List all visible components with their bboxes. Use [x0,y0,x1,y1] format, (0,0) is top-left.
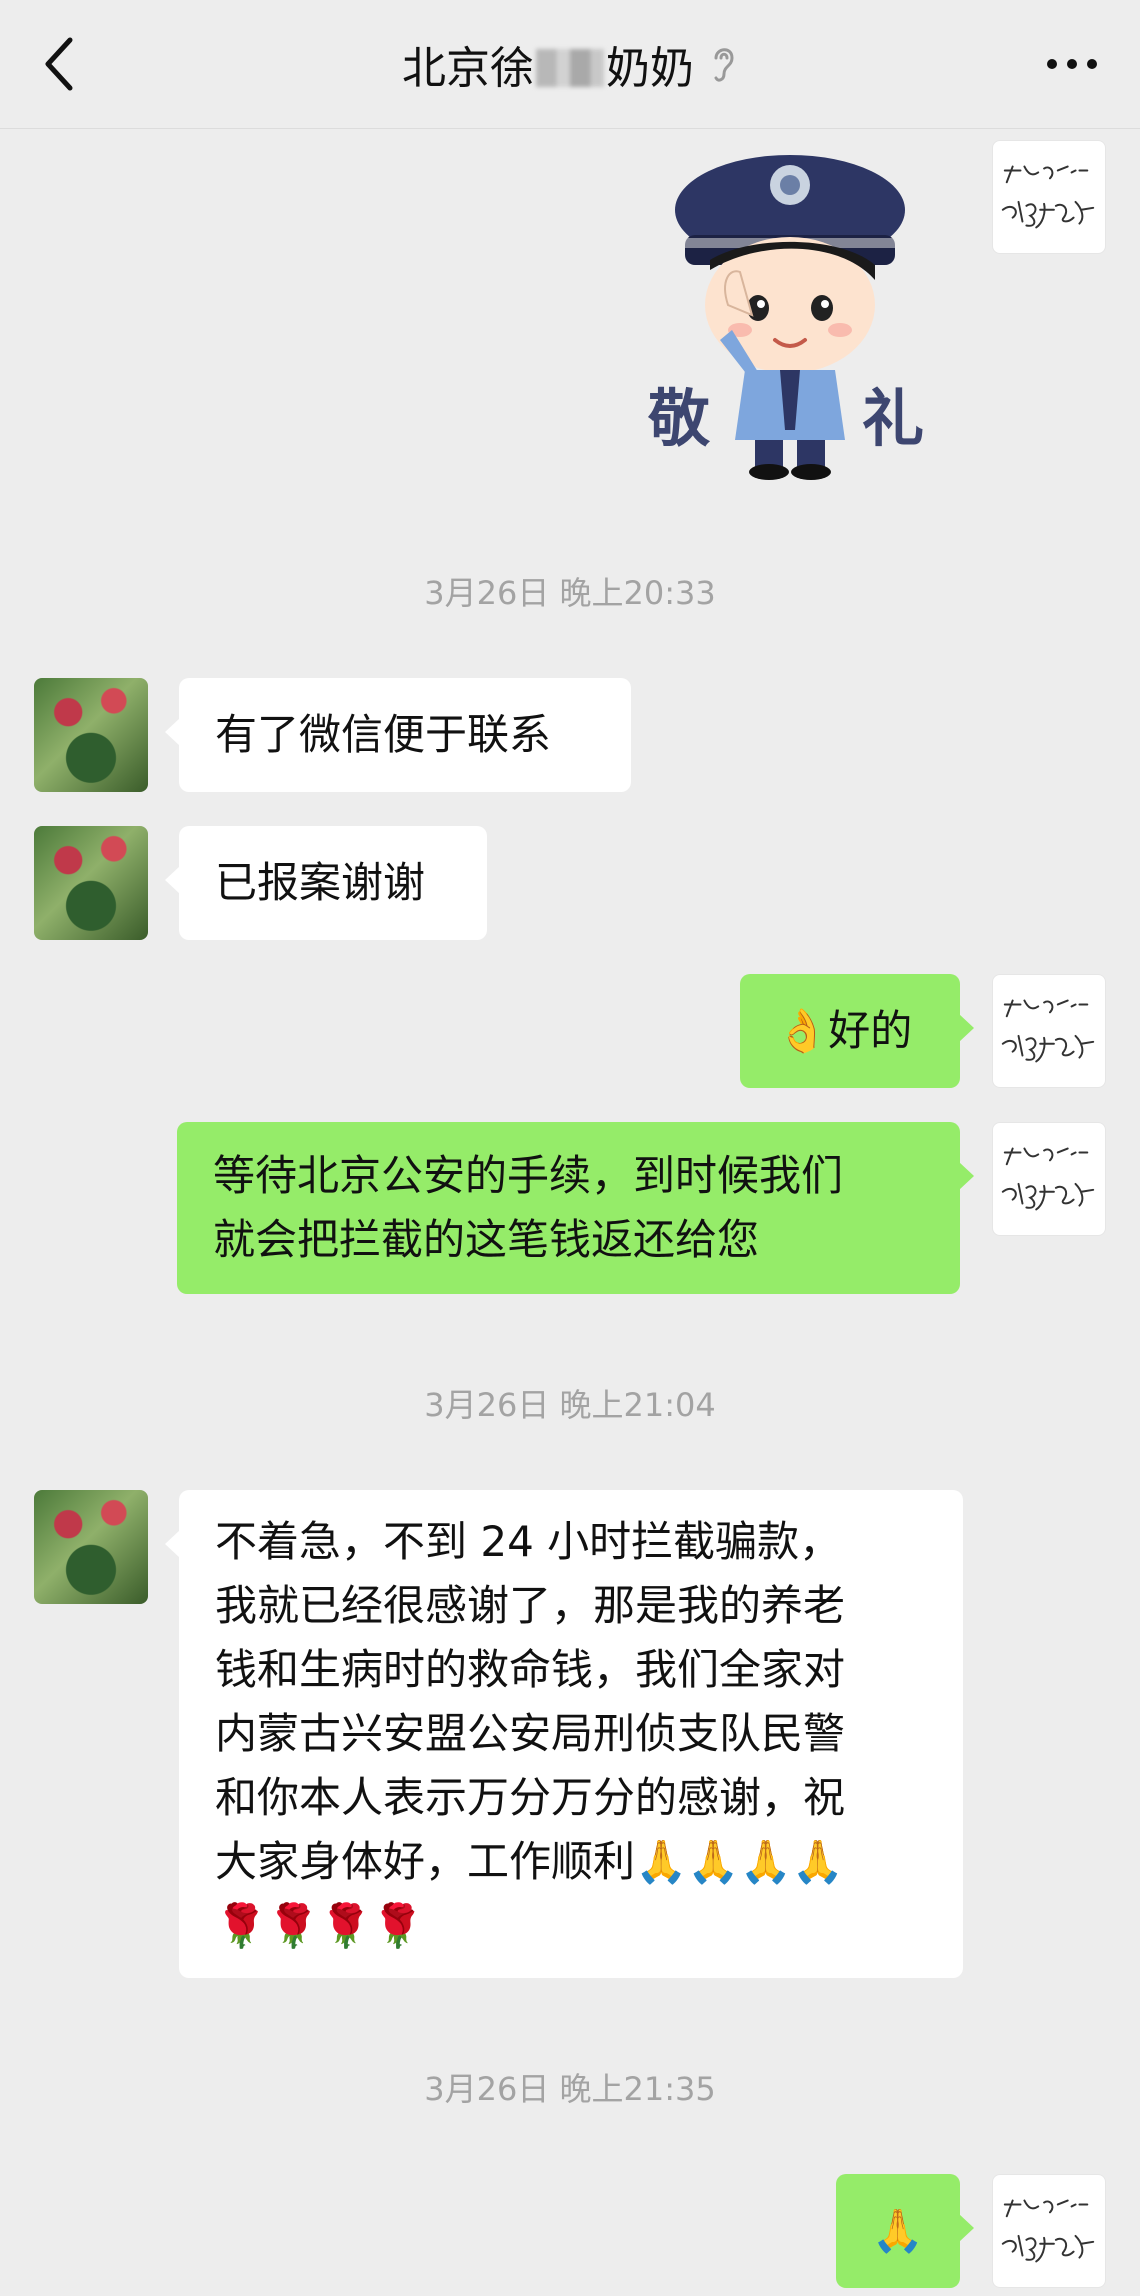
message-text: 已报案谢谢 [215,858,426,907]
my-message-bubble[interactable]: 👌好的 [740,974,974,1088]
ear-icon [714,48,734,82]
signature-avatar-image [1001,1147,1095,1211]
signature-avatar-image [1001,165,1095,229]
my-message-bubble[interactable]: 等待北京公安的手续，到时候我们 就会把拦截的这笔钱返还给您 [177,1122,974,1294]
ok-hand-emoji: 👌 [776,1006,829,1055]
my-avatar[interactable] [992,1122,1106,1236]
contact-avatar[interactable] [34,826,148,940]
sticker-text-left: 敬 [647,382,711,455]
my-message-bubble[interactable]: 🙏 [836,2174,974,2288]
message-text-line: 就会把拦截的这笔钱返还给您 [213,1215,760,1264]
timestamp: 3月26日 晚上21:35 [424,2070,716,2108]
redacted-name [536,49,604,87]
pray-emoji: 🙏 [871,2206,925,2255]
my-avatar[interactable] [992,2174,1106,2288]
message-bubble[interactable]: 不着急，不到 24 小时拦截骗款， 我就已经很感谢了，那是我的养老 钱和生病时的… [165,1490,963,1978]
message-text-line: 不着急，不到 24 小时拦截骗款， [215,1517,842,1566]
contact-avatar[interactable] [34,1490,148,1604]
more-dots-icon[interactable] [1044,44,1100,84]
signature-avatar-image [1001,2199,1095,2263]
message-text: 好的 [828,1006,913,1055]
signature-avatar-image [1001,999,1095,1063]
message-text-line: 大家身体好，工作顺利🙏🙏🙏🙏 [215,1837,845,1886]
message-text-line: 钱和生病时的救命钱，我们全家对 [215,1645,846,1694]
chat-header: 北京徐 奶奶 [0,0,1140,129]
my-avatar[interactable] [992,140,1106,254]
timestamp: 3月26日 晚上21:04 [424,1386,716,1424]
sticker-text-right: 礼 [862,382,924,455]
chat-title-prefix: 北京徐 [402,43,534,94]
message-bubble[interactable]: 有了微信便于联系 [165,678,631,792]
message-text-line: 内蒙古兴安盟公安局刑侦支队民警 [215,1709,846,1758]
chat-title[interactable]: 北京徐 奶奶 [402,32,694,96]
message-bubble[interactable]: 已报案谢谢 [165,826,487,940]
message-text-line: 我就已经很感谢了，那是我的养老 [215,1581,846,1630]
message-text: 有了微信便于联系 [215,710,552,759]
timestamp: 3月26日 晚上20:33 [424,574,716,612]
rose-emoji-line: 🌹🌹🌹🌹 [215,1901,425,1950]
salute-police-sticker[interactable]: 敬 礼 [640,140,940,490]
chat-title-suffix: 奶奶 [606,43,694,94]
my-avatar[interactable] [992,974,1106,1088]
message-text-line: 等待北京公安的手续，到时候我们 [213,1151,844,1200]
message-text-line: 和你本人表示万分万分的感谢，祝 [215,1773,846,1822]
contact-avatar[interactable] [34,678,148,792]
